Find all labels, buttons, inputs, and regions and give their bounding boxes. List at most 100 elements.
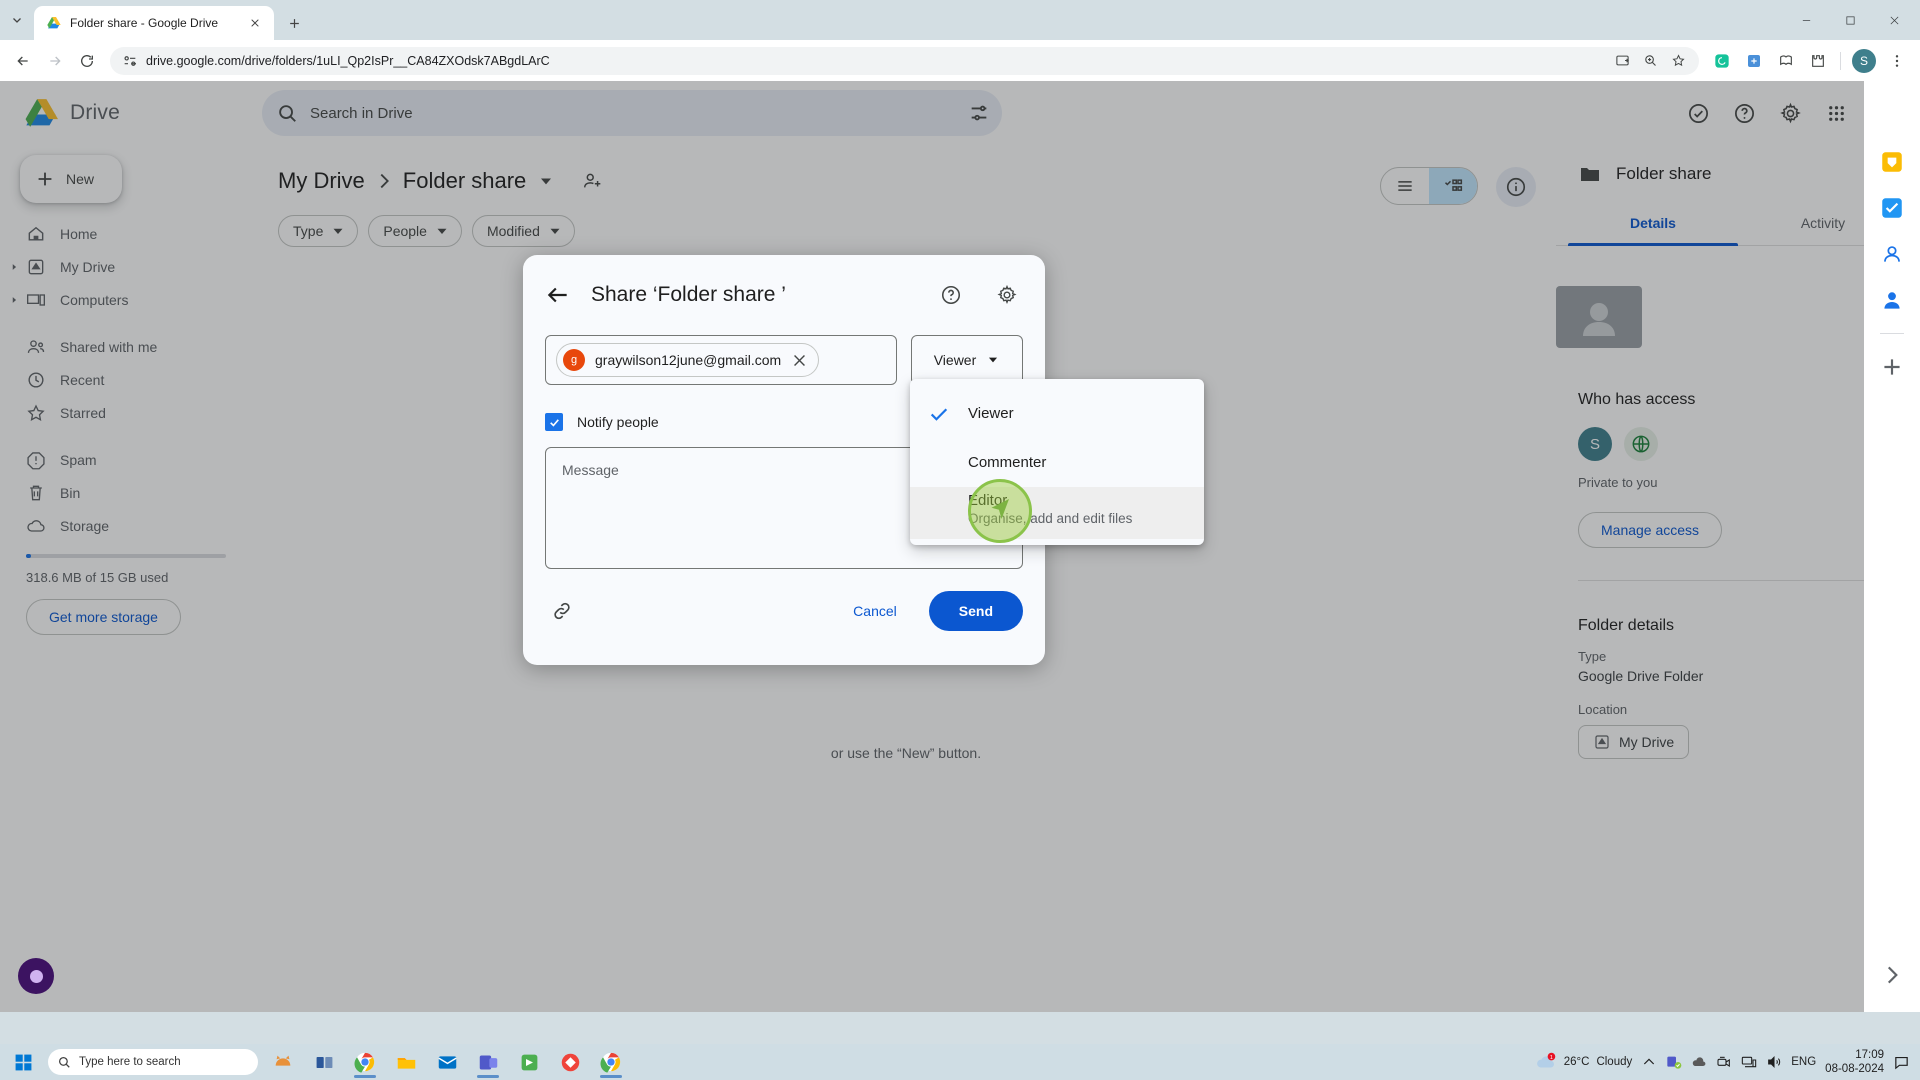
- widget-cat-icon[interactable]: [264, 1046, 302, 1078]
- language-indicator[interactable]: ENG: [1791, 1056, 1816, 1068]
- contacts-icon[interactable]: [1879, 241, 1905, 267]
- reload-icon[interactable]: [72, 46, 102, 76]
- tab-search-button[interactable]: [0, 0, 34, 40]
- gear-icon[interactable]: [989, 277, 1025, 313]
- drive-logo-text: Drive: [70, 101, 121, 124]
- forward-icon[interactable]: [40, 46, 70, 76]
- address-bar[interactable]: drive.google.com/drive/folders/1uLI_Qp2I…: [110, 46, 1699, 75]
- profile-avatar[interactable]: S: [1852, 48, 1876, 73]
- start-button[interactable]: [0, 1044, 46, 1080]
- avatar[interactable]: S: [1578, 427, 1612, 461]
- close-window-icon[interactable]: [1872, 3, 1916, 37]
- teams-icon[interactable]: [469, 1046, 507, 1078]
- sidebar-item-my-drive[interactable]: My Drive: [0, 250, 240, 283]
- globe-icon[interactable]: [1624, 427, 1658, 461]
- chevron-right-icon[interactable]: [9, 295, 19, 305]
- info-icon[interactable]: [1496, 167, 1536, 207]
- recipient-chip[interactable]: g graywilson12june@gmail.com: [556, 343, 820, 377]
- person-icon[interactable]: [1879, 287, 1905, 313]
- bookmark-star-icon[interactable]: [1665, 48, 1691, 74]
- menu-item-commenter[interactable]: Commenter: [910, 438, 1204, 487]
- new-button[interactable]: New: [20, 155, 122, 203]
- sidebar-item-home[interactable]: Home: [0, 217, 240, 250]
- send-button[interactable]: Send: [928, 591, 1023, 631]
- extension-grammarly-icon[interactable]: [1707, 46, 1737, 76]
- extensions-puzzle-icon[interactable]: [1803, 46, 1833, 76]
- manage-access-button[interactable]: Manage access: [1578, 512, 1723, 548]
- filter-chip-type[interactable]: Type: [278, 215, 359, 247]
- chevron-down-icon[interactable]: [536, 171, 556, 191]
- install-app-icon[interactable]: [1609, 48, 1635, 74]
- chrome-icon[interactable]: [592, 1046, 630, 1078]
- anydesk-icon[interactable]: [551, 1046, 589, 1078]
- cancel-button[interactable]: Cancel: [831, 591, 919, 631]
- notifications-icon[interactable]: [1893, 1054, 1910, 1071]
- file-explorer-icon[interactable]: [387, 1046, 425, 1078]
- close-icon[interactable]: [791, 352, 808, 369]
- tune-icon[interactable]: [968, 102, 990, 124]
- sidebar-item-shared-with-me[interactable]: Shared with me: [0, 330, 240, 363]
- tab-details[interactable]: Details: [1568, 203, 1738, 246]
- browser-toolbar: drive.google.com/drive/folders/1uLI_Qp2I…: [0, 40, 1920, 81]
- sidebar-item-recent[interactable]: Recent: [0, 363, 240, 396]
- support-icon[interactable]: [1678, 93, 1718, 133]
- browser-tab[interactable]: Folder share - Google Drive: [34, 6, 274, 40]
- store-icon[interactable]: [510, 1046, 548, 1078]
- weather-widget[interactable]: 1 26°C Cloudy: [1535, 1052, 1632, 1072]
- tasks-icon[interactable]: [1879, 195, 1905, 221]
- breadcrumb-root[interactable]: My Drive: [278, 168, 365, 194]
- location-chip[interactable]: My Drive: [1578, 725, 1690, 759]
- expand-panel-icon[interactable]: [1879, 962, 1905, 988]
- help-icon[interactable]: [1724, 93, 1764, 133]
- get-more-storage-button[interactable]: Get more storage: [26, 599, 181, 635]
- chrome-menu-icon[interactable]: [1882, 46, 1912, 76]
- volume-icon[interactable]: [1766, 1054, 1782, 1070]
- chrome-icon[interactable]: [346, 1046, 384, 1078]
- notify-checkbox[interactable]: [545, 413, 563, 431]
- add-icon[interactable]: [1879, 354, 1905, 380]
- filter-chip-modified[interactable]: Modified: [471, 215, 575, 247]
- show-hidden-icons-icon[interactable]: [1641, 1054, 1657, 1070]
- link-icon[interactable]: [545, 594, 579, 628]
- teams-icon[interactable]: [1666, 1054, 1682, 1070]
- drive-logo[interactable]: Drive: [0, 96, 256, 130]
- breadcrumb-current[interactable]: Folder share: [403, 168, 527, 194]
- sidebar-item-starred[interactable]: Starred: [0, 396, 240, 429]
- minimize-icon[interactable]: [1784, 3, 1828, 37]
- zoom-icon[interactable]: [1637, 48, 1663, 74]
- site-settings-icon[interactable]: [122, 53, 138, 69]
- onedrive-icon[interactable]: [1691, 1054, 1707, 1070]
- grid-view-icon[interactable]: [1429, 168, 1477, 204]
- add-people-icon[interactable]: [582, 170, 604, 192]
- clock[interactable]: 17:09 08-08-2024: [1825, 1048, 1884, 1077]
- maximize-icon[interactable]: [1828, 3, 1872, 37]
- sidebar-item-spam[interactable]: Spam: [0, 443, 240, 476]
- outlook-icon[interactable]: [428, 1046, 466, 1078]
- role-selector[interactable]: Viewer: [911, 335, 1023, 385]
- back-arrow-icon[interactable]: [545, 282, 571, 308]
- sidebar-item-bin[interactable]: Bin: [0, 476, 240, 509]
- help-icon[interactable]: [933, 277, 969, 313]
- taskbar-search-input[interactable]: Type here to search: [48, 1049, 258, 1075]
- task-view-icon[interactable]: [305, 1046, 343, 1078]
- back-icon[interactable]: [8, 46, 38, 76]
- new-tab-button[interactable]: [280, 9, 308, 37]
- reading-list-icon[interactable]: [1771, 46, 1801, 76]
- list-view-icon[interactable]: [1381, 168, 1429, 204]
- sidebar-item-computers[interactable]: Computers: [0, 283, 240, 316]
- close-icon[interactable]: [246, 14, 264, 32]
- settings-icon[interactable]: [1770, 93, 1810, 133]
- menu-item-viewer[interactable]: Viewer: [910, 389, 1204, 438]
- keep-icon[interactable]: [1879, 149, 1905, 175]
- menu-item-editor[interactable]: Editor Organise, add and edit files: [910, 487, 1204, 539]
- sidebar-item-storage[interactable]: Storage: [0, 509, 240, 542]
- chevron-right-icon[interactable]: [9, 262, 19, 272]
- recipient-input[interactable]: g graywilson12june@gmail.com: [545, 335, 897, 385]
- filter-chip-people[interactable]: People: [368, 215, 462, 247]
- display-icon[interactable]: [1741, 1054, 1757, 1070]
- apps-grid-icon[interactable]: [1816, 93, 1856, 133]
- camera-icon[interactable]: [1716, 1054, 1732, 1070]
- search-input[interactable]: Search in Drive: [262, 90, 1002, 136]
- screen-recorder-bubble[interactable]: [18, 958, 54, 994]
- extension-icon[interactable]: [1739, 46, 1769, 76]
